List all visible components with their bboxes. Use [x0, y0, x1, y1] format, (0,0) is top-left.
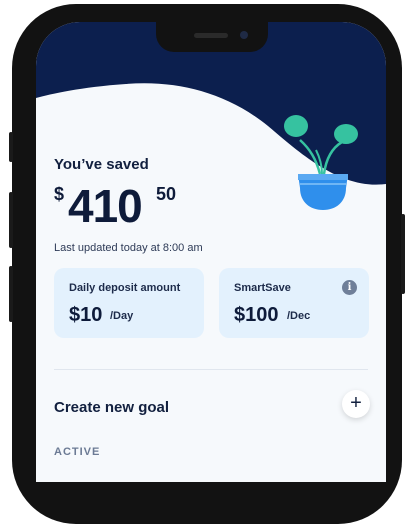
- earpiece-speaker: [194, 33, 228, 38]
- smartsave-value: $100: [234, 304, 279, 326]
- plant-illustration-icon: [284, 115, 358, 210]
- daily-deposit-unit: /Day: [110, 310, 134, 322]
- mute-switch: [9, 132, 13, 162]
- section-divider: [54, 369, 368, 370]
- create-goal-row[interactable]: Create new goal +: [54, 390, 372, 429]
- power-button: [401, 214, 405, 294]
- amount-cents: 50: [156, 184, 177, 204]
- currency-symbol: $: [54, 184, 65, 204]
- add-goal-button[interactable]: +: [342, 390, 370, 418]
- smartsave-title: SmartSave: [234, 282, 291, 294]
- volume-up-button: [9, 192, 13, 248]
- create-goal-label: Create new goal: [54, 399, 170, 416]
- front-camera: [240, 31, 248, 39]
- app-screen: You’ve saved $ 410 50 Last updated today…: [36, 22, 386, 482]
- last-updated-text: Last updated today at 8:00 am: [54, 242, 203, 254]
- active-section-label: ACTIVE: [54, 446, 101, 458]
- daily-deposit-card[interactable]: Daily deposit amount $10 /Day: [54, 268, 204, 338]
- info-icon[interactable]: i: [342, 280, 357, 295]
- plus-icon: +: [350, 392, 362, 414]
- saved-label: You’ve saved: [54, 156, 149, 173]
- daily-deposit-value: $10: [69, 304, 103, 326]
- smartsave-card[interactable]: SmartSave i $100 /Dec: [219, 268, 369, 338]
- smartsave-unit: /Dec: [287, 310, 311, 322]
- volume-down-button: [9, 266, 13, 322]
- amount-whole: 410: [68, 180, 143, 232]
- daily-deposit-title: Daily deposit amount: [69, 282, 181, 294]
- phone-notch: [156, 22, 268, 52]
